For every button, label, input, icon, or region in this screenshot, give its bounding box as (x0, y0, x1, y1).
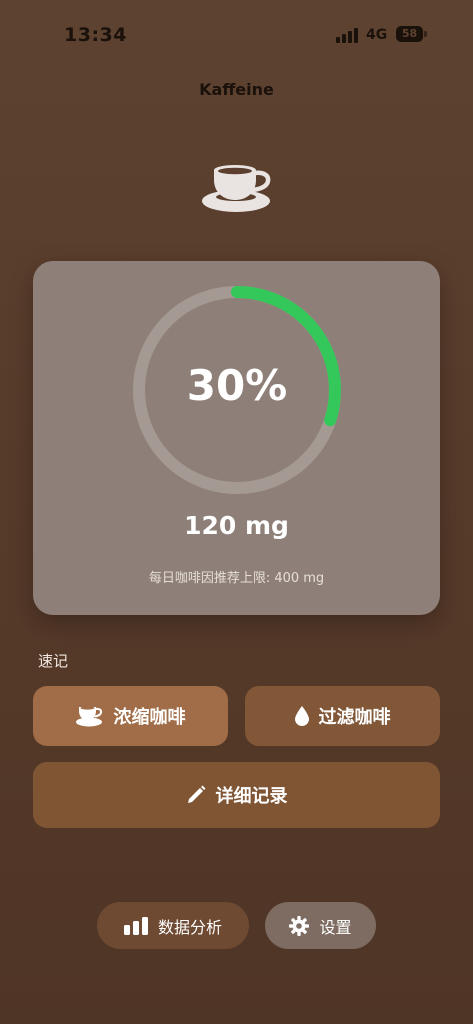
daily-limit-text: 每日咖啡因推荐上限: 400 mg (148, 571, 325, 586)
pencil-icon (187, 785, 205, 803)
settings-button-label: 设置 (319, 917, 352, 937)
network-type: 4G (366, 27, 388, 43)
caffeine-progress-card: 30% 120 mg 每日咖啡因推荐上限: 400 mg (33, 261, 440, 615)
coffee-cup-icon (202, 165, 271, 212)
analytics-button[interactable]: 数据分析 (97, 902, 249, 949)
water-drop-icon (294, 706, 309, 726)
status-bar: 13:34 4G 58 (0, 0, 473, 60)
bar-chart-icon (123, 916, 148, 935)
settings-button[interactable]: 设置 (265, 902, 376, 949)
analytics-button-label: 数据分析 (157, 917, 222, 937)
filter-coffee-button[interactable]: 过滤咖啡 (245, 686, 440, 746)
detailed-log-button[interactable]: 详细记录 (33, 762, 440, 828)
battery-cap (424, 31, 427, 37)
battery-icon: 58 (396, 26, 423, 42)
coffee-cup-icon (75, 706, 102, 727)
signal-icon (336, 27, 360, 43)
espresso-button[interactable]: 浓缩咖啡 (33, 686, 228, 746)
app-title: Kaffeine (199, 80, 274, 99)
gear-icon (289, 915, 310, 936)
quick-log-label: 速记 (38, 652, 69, 670)
percent-label: 30% (186, 361, 288, 410)
status-time: 13:34 (64, 24, 127, 46)
filter-coffee-button-label: 过滤咖啡 (318, 707, 391, 728)
caffeine-amount: 120 mg (184, 511, 289, 540)
espresso-button-label: 浓缩咖啡 (113, 707, 186, 728)
detailed-log-button-label: 详细记录 (215, 786, 288, 807)
